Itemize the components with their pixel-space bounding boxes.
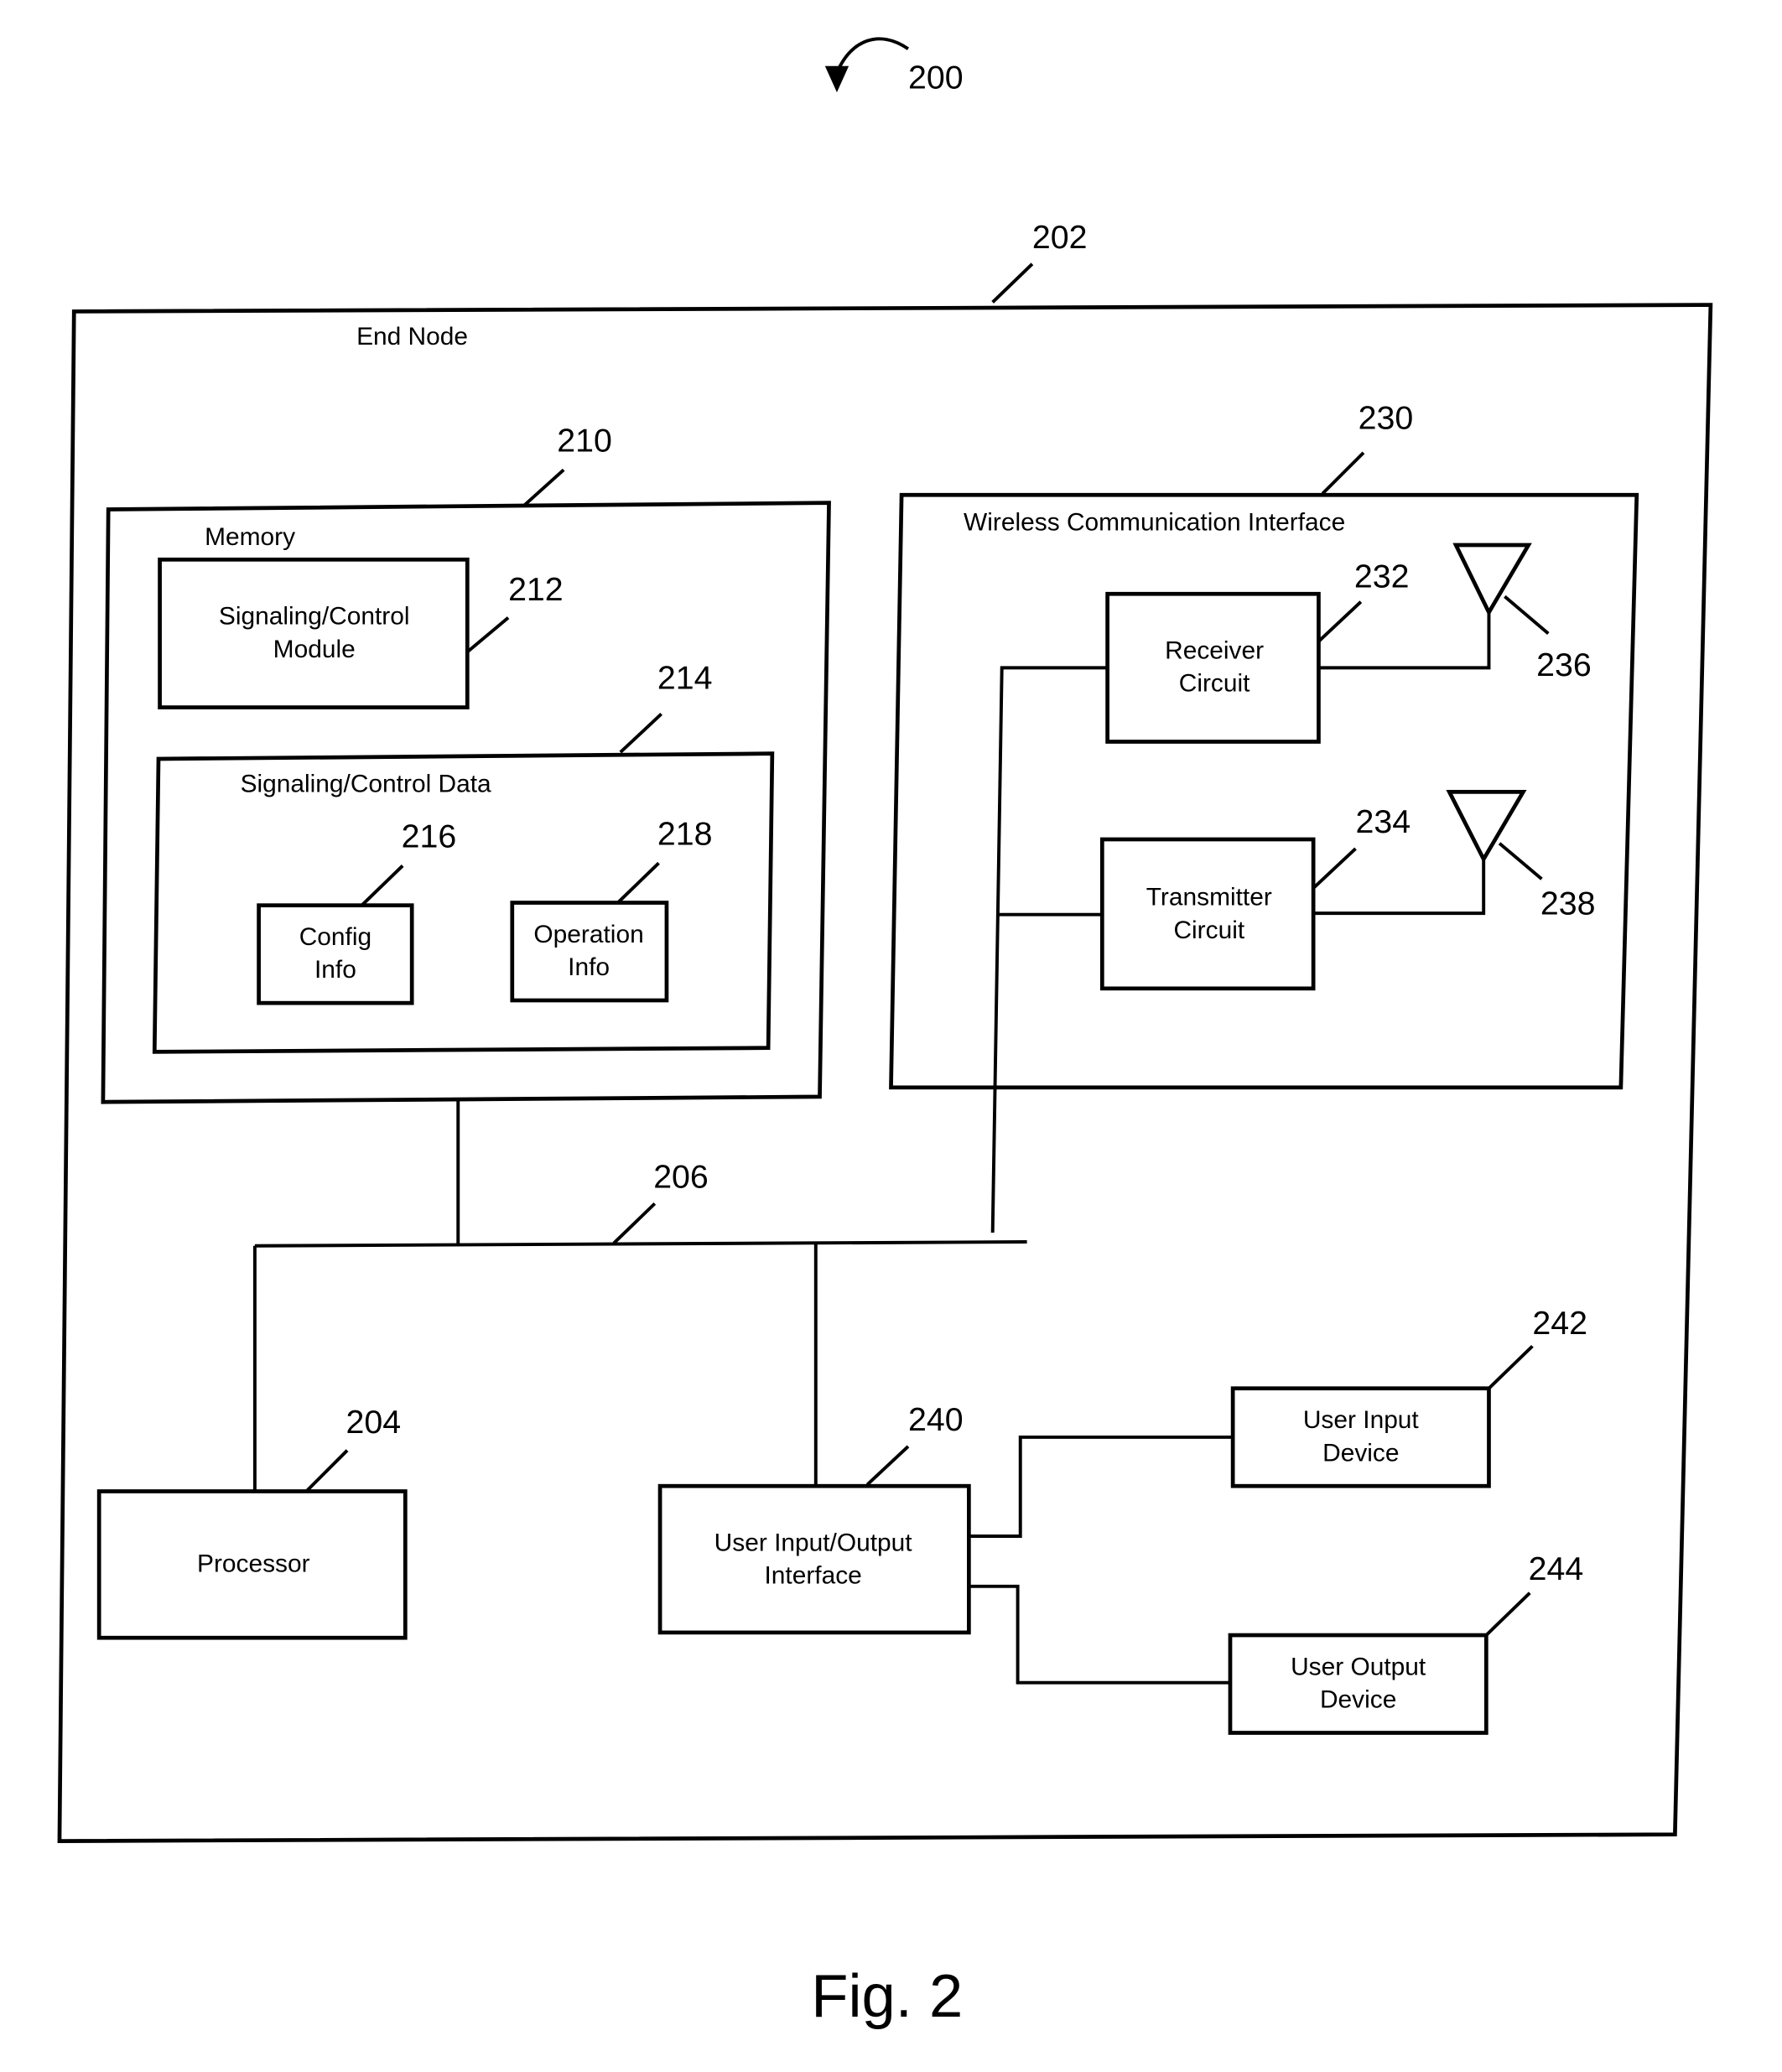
processor-ref: 204 <box>345 1404 401 1441</box>
operation-info-line2: Info <box>568 953 610 981</box>
operation-info-ref: 218 <box>657 815 713 852</box>
end-node-title: End Node <box>356 323 468 351</box>
receiver-circuit-leader <box>1317 600 1363 643</box>
receiver-antenna-feed <box>1318 612 1491 670</box>
receiver-antenna-ref: 236 <box>1536 647 1592 683</box>
user-output-device-line1: User Output <box>1291 1653 1426 1680</box>
wireless-interface-leader <box>1321 451 1365 496</box>
config-info-ref: 216 <box>402 818 457 854</box>
io-to-output-device-line <box>969 1584 1230 1685</box>
io-to-input-device-line <box>969 1435 1234 1538</box>
bus-leader <box>612 1202 657 1245</box>
receiver-circuit-line1: Receiver <box>1165 636 1264 664</box>
transmitter-circuit-leader <box>1312 847 1357 890</box>
user-io-line2: Interface <box>764 1562 861 1590</box>
signaling-module-line1: Signaling/Control <box>219 602 410 630</box>
system-bus <box>254 1240 1027 1248</box>
end-node-box <box>57 303 1713 1843</box>
wireless-interface-ref: 230 <box>1359 400 1414 437</box>
transmitter-circuit-line2: Circuit <box>1173 917 1244 944</box>
memory-title: Memory <box>205 523 295 551</box>
signaling-data-leader <box>619 713 662 754</box>
arrow-head-icon <box>824 65 849 93</box>
receiver-circuit-line2: Circuit <box>1179 670 1250 698</box>
transmitter-antenna-leader <box>1498 842 1543 880</box>
operation-info-line1: Operation <box>533 921 643 948</box>
user-input-device-leader <box>1488 1344 1534 1390</box>
signaling-data-title: Signaling/Control Data <box>241 770 491 797</box>
figure-ref-200: 200 <box>908 59 964 96</box>
user-output-device-box <box>1228 1633 1488 1735</box>
receiver-circuit-box <box>1105 591 1321 744</box>
transmitter-circuit-box <box>1099 837 1316 991</box>
user-input-device-box <box>1230 1386 1491 1488</box>
transmitter-antenna-feed <box>1313 859 1486 916</box>
transmitter-antenna-ref: 238 <box>1540 885 1596 922</box>
operation-info-box <box>510 901 669 1003</box>
wireless-interface-title: Wireless Communication Interface <box>964 509 1345 537</box>
signaling-module-line2: Module <box>273 636 356 663</box>
user-output-device-ref: 244 <box>1529 1550 1584 1587</box>
transmitter-antenna-icon <box>1446 789 1527 864</box>
processor-label: Processor <box>197 1550 310 1577</box>
operation-info-leader <box>616 861 660 904</box>
end-node-ref: 202 <box>1032 219 1088 256</box>
config-info-line2: Info <box>314 956 356 984</box>
memory-leader <box>522 468 565 507</box>
receiver-antenna-leader <box>1504 595 1550 635</box>
receiver-circuit-ref: 232 <box>1354 558 1410 595</box>
figure-caption: Fig. 2 <box>811 1962 963 2030</box>
wireless-to-bus-line <box>990 666 1108 1233</box>
config-info-box <box>257 903 414 1005</box>
receiver-antenna-icon <box>1452 543 1532 617</box>
user-io-leader <box>865 1445 910 1487</box>
signaling-module-leader <box>466 616 510 654</box>
user-output-device-line2: Device <box>1320 1686 1396 1714</box>
signaling-control-data-box <box>152 751 775 1054</box>
user-input-device-line1: User Input <box>1303 1406 1420 1434</box>
end-node-leader <box>991 262 1034 304</box>
transmitter-circuit-line1: Transmitter <box>1146 884 1272 911</box>
user-input-device-ref: 242 <box>1532 1305 1587 1342</box>
config-info-line1: Config <box>299 923 371 951</box>
signaling-module-ref: 212 <box>508 571 564 608</box>
user-input-device-line2: Device <box>1322 1439 1399 1467</box>
signaling-data-ref: 214 <box>657 660 713 697</box>
config-info-leader <box>361 865 404 907</box>
transmitter-circuit-ref: 234 <box>1356 803 1411 840</box>
memory-ref: 210 <box>557 422 612 459</box>
user-io-interface-box <box>657 1483 971 1635</box>
user-output-device-leader <box>1484 1592 1531 1637</box>
signaling-control-module-box <box>158 557 470 709</box>
user-io-line1: User Input/Output <box>714 1529 913 1556</box>
end-node-block-diagram: 200 End Node 202 Memory 210 Signaling/Co… <box>57 37 1713 2030</box>
bus-ref: 206 <box>653 1158 709 1195</box>
user-io-ref: 240 <box>908 1401 964 1438</box>
processor-leader <box>304 1449 349 1493</box>
